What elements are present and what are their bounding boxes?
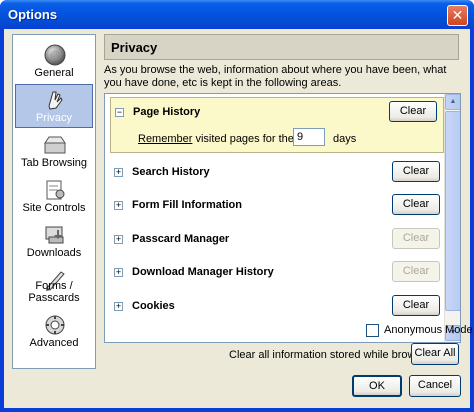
section-name: Search History	[132, 166, 210, 178]
section-row-page-history: − Page History Clear	[111, 101, 441, 123]
sidebar-item-tab-browsing[interactable]: Tab Browsing	[15, 129, 93, 173]
window-title: Options	[8, 7, 58, 22]
close-icon: ✕	[451, 7, 464, 23]
panel-title: Privacy	[111, 40, 158, 55]
general-icon	[44, 44, 66, 66]
clear-all-label: Clear all information stored while brows…	[229, 349, 439, 361]
anonymous-mode-checkbox[interactable]	[366, 324, 379, 337]
sidebar-item-privacy[interactable]: Privacy	[15, 84, 93, 128]
section-row-search-history: + Search History Clear	[110, 161, 440, 183]
section-name: Passcard Manager	[132, 233, 230, 245]
privacy-icon	[48, 91, 63, 110]
sidebar-item-label: Site Controls	[22, 202, 86, 214]
tab-browsing-icon	[44, 136, 66, 154]
collapse-toggle[interactable]: −	[115, 108, 124, 117]
clear-page-history-button[interactable]: Clear	[389, 101, 437, 122]
sidebar-item-label: Advanced	[29, 337, 79, 349]
remember-label: Remember visited pages for the last	[138, 133, 314, 145]
days-label: days	[333, 133, 357, 145]
clear-form-fill-button[interactable]: Clear	[392, 194, 440, 215]
sidebar-item-general[interactable]: General	[15, 39, 93, 83]
clear-cookies-button[interactable]: Clear	[392, 295, 440, 316]
expand-toggle[interactable]: +	[114, 168, 123, 177]
section-row-form-fill: + Form Fill Information Clear	[110, 194, 440, 216]
dialog-body: General Privacy Tab Browsing Site Contro…	[4, 29, 473, 408]
days-input[interactable]	[293, 128, 325, 146]
panel-header: Privacy	[104, 34, 459, 60]
scroll-up-icon[interactable]: ▲	[445, 94, 460, 110]
section-row-cookies: + Cookies Clear	[110, 295, 440, 317]
category-sidebar: General Privacy Tab Browsing Site Contro…	[12, 34, 96, 369]
expand-toggle[interactable]: +	[114, 235, 123, 244]
scroll-thumb[interactable]	[445, 111, 460, 311]
ok-button[interactable]: OK	[352, 375, 402, 397]
downloads-icon	[45, 226, 64, 244]
clear-search-history-button[interactable]: Clear	[392, 161, 440, 182]
section-name: Cookies	[132, 300, 175, 312]
expand-toggle[interactable]: +	[114, 268, 123, 277]
expand-toggle[interactable]: +	[114, 201, 123, 210]
title-bar[interactable]: Options ✕	[0, 0, 474, 29]
section-name: Page History	[133, 106, 201, 118]
section-name: Download Manager History	[132, 266, 274, 278]
cancel-button[interactable]: Cancel	[409, 375, 461, 397]
sidebar-item-downloads[interactable]: Downloads	[15, 219, 93, 263]
expanded-section-page-history: − Page History Clear Remember visited pa…	[110, 97, 444, 153]
anonymous-mode-label: Anonymous Mode	[384, 324, 473, 336]
remember-label-accel: Remember	[138, 133, 193, 145]
sidebar-item-site-controls[interactable]: Site Controls	[15, 174, 93, 218]
clear-all-button[interactable]: Clear All	[411, 343, 459, 365]
sidebar-item-label: Downloads	[26, 247, 82, 259]
privacy-area-list: − Page History Clear Remember visited pa…	[104, 93, 461, 343]
expand-toggle[interactable]: +	[114, 302, 123, 311]
section-name: Form Fill Information	[132, 199, 242, 211]
section-row-download-manager-history: + Download Manager History Clear	[110, 261, 440, 283]
site-controls-icon	[46, 180, 65, 200]
advanced-icon	[45, 315, 65, 335]
panel-description: As you browse the web, information about…	[104, 64, 447, 89]
clear-download-history-button[interactable]: Clear	[392, 261, 440, 282]
section-row-passcard-manager: + Passcard Manager Clear	[110, 228, 440, 250]
sidebar-item-label: Tab Browsing	[20, 157, 88, 169]
sidebar-item-label: Privacy	[35, 112, 73, 124]
options-window: Options ✕ General Privacy Tab Browsing S…	[0, 0, 474, 412]
sidebar-item-forms-passcards[interactable]: Forms / Passcards	[15, 264, 93, 308]
sidebar-item-label: General	[34, 67, 74, 79]
list-scrollbar[interactable]: ▲ ▼	[444, 94, 460, 342]
close-button[interactable]: ✕	[447, 5, 468, 26]
clear-passcard-manager-button[interactable]: Clear	[392, 228, 440, 249]
sidebar-item-advanced[interactable]: Advanced	[15, 309, 93, 353]
sidebar-item-label: Forms / Passcards	[28, 280, 80, 304]
